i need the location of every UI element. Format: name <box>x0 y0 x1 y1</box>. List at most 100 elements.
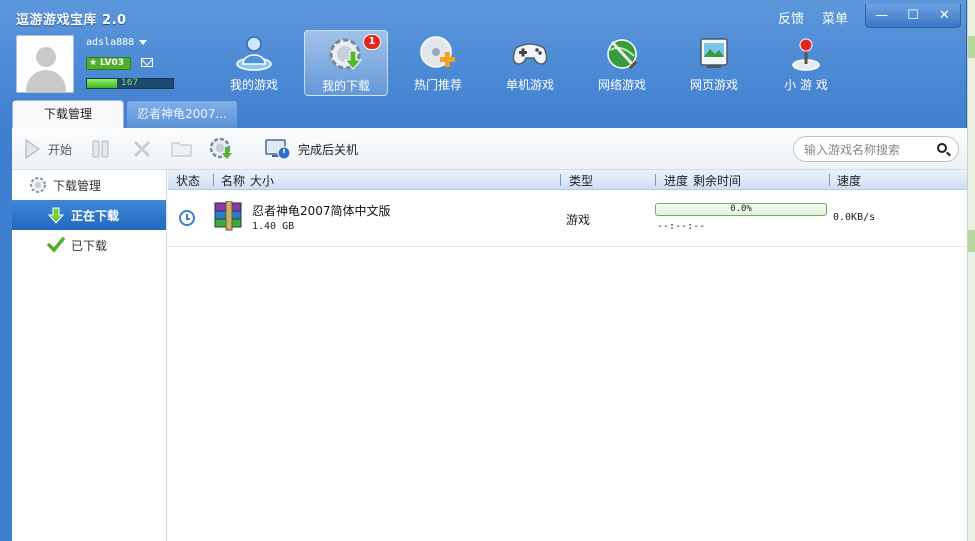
exp-value: 167 <box>121 78 139 88</box>
sidebar: 下载管理 正在下载 已下载 <box>12 170 167 541</box>
progress-text: 0.0% <box>730 204 752 214</box>
game-size: 1.40 GB <box>252 221 295 232</box>
avatar[interactable] <box>16 35 74 93</box>
chevron-down-icon <box>139 39 148 45</box>
download-table: 状态 名称 大小 类型 进度 剩余时间 速度 忍者神龟2007简体中文版 1.4… <box>168 170 967 541</box>
game-type: 游戏 <box>566 213 591 227</box>
username-dropdown[interactable]: adsla888 <box>86 37 148 48</box>
delete-icon <box>133 140 151 158</box>
search-input[interactable] <box>804 141 932 158</box>
tab-download-manager[interactable]: 下载管理 <box>12 100 124 128</box>
nav-label: 热门推荐 <box>413 78 462 92</box>
exp-bar-fill <box>87 79 118 88</box>
joystick-icon <box>792 38 820 71</box>
content-area: 开始 完成后关机 输入游戏名称搜索 下载管理 正在下载 已下载 状态 名称 大小… <box>12 128 967 541</box>
header-size[interactable]: 大小 <box>250 172 274 189</box>
app-title: 逗游游戏宝库 2.0 <box>16 13 127 28</box>
start-button[interactable]: 开始 <box>22 137 72 161</box>
download-progress-bar: 0.0% <box>655 203 827 216</box>
gamepad-icon <box>512 43 548 65</box>
table-row[interactable]: 忍者神龟2007简体中文版 1.40 GB 游戏 0.0% --:--:-- 0… <box>168 190 967 247</box>
close-button[interactable]: ✕ <box>933 7 955 25</box>
header-remaining[interactable]: 剩余时间 <box>693 172 741 189</box>
cd-plus-icon <box>420 36 455 68</box>
gear-download-icon <box>209 137 232 159</box>
search-icon[interactable] <box>937 143 947 153</box>
nav-label: 网络游戏 <box>597 78 646 92</box>
nav-mini-games[interactable]: 小 游 戏 <box>764 30 848 96</box>
minimize-button[interactable]: — <box>871 7 893 25</box>
nav-my-games[interactable]: 我的游戏 <box>212 30 296 96</box>
exp-bar: 167 <box>86 78 174 89</box>
winrar-archive-icon <box>214 201 242 231</box>
sidebar-item-downloaded[interactable]: 已下载 <box>12 230 166 260</box>
web-monitor-icon <box>700 38 728 68</box>
download-arrow-icon <box>47 207 65 224</box>
desktop-edge-highlight <box>968 230 975 252</box>
column-separator[interactable] <box>560 174 561 186</box>
nav-hot-recommend[interactable]: 热门推荐 <box>396 30 480 96</box>
column-separator[interactable] <box>829 174 830 186</box>
sidebar-header-label: 下载管理 <box>53 178 102 193</box>
header-progress[interactable]: 进度 <box>664 172 688 189</box>
settings-button[interactable] <box>208 137 236 161</box>
app-window: 逗游游戏宝库 2.0 反馈 菜单 — ☐ ✕ adsla888 ★ LV03 16… <box>0 0 967 541</box>
nav-label: 小 游 戏 <box>784 78 828 92</box>
remaining-time: --:--:-- <box>657 221 706 232</box>
header-type[interactable]: 类型 <box>569 172 593 189</box>
header-name[interactable]: 名称 <box>221 172 245 189</box>
avatar-body <box>26 70 66 92</box>
avatar-head <box>36 47 56 67</box>
play-icon <box>25 138 41 160</box>
nav-label: 单机游戏 <box>505 78 554 92</box>
feedback-link[interactable]: 反馈 <box>778 8 804 27</box>
sidebar-item-downloading[interactable]: 正在下载 <box>12 200 166 230</box>
table-header: 状态 名称 大小 类型 进度 剩余时间 速度 <box>168 170 967 190</box>
pause-icon <box>92 140 109 158</box>
game-name: 忍者神龟2007简体中文版 <box>252 204 391 218</box>
gear-download-icon <box>329 38 363 70</box>
folder-icon <box>171 142 192 157</box>
checkmark-icon <box>47 237 65 253</box>
game-search-box <box>793 136 959 162</box>
start-label: 开始 <box>48 142 73 157</box>
username-text: adsla888 <box>86 37 135 48</box>
open-folder-button[interactable] <box>170 137 194 161</box>
window-controls: — ☐ ✕ <box>865 4 961 28</box>
sidebar-header-download-manager[interactable]: 下载管理 <box>12 170 166 200</box>
shutdown-after-complete-button[interactable]: 完成后关机 <box>264 137 358 161</box>
tab-tmnt-2007[interactable]: 忍者神龟2007... <box>126 100 238 128</box>
nav-online-games[interactable]: 网络游戏 <box>580 30 664 96</box>
nav-single-player[interactable]: 单机游戏 <box>488 30 572 96</box>
nav-label: 我的下载 <box>321 79 370 93</box>
nav-my-downloads[interactable]: 1 我的下载 <box>304 30 388 96</box>
header-status[interactable]: 状态 <box>176 172 200 189</box>
download-speed: 0.0KB/s <box>833 212 876 223</box>
star-icon: ★ <box>89 58 98 68</box>
header-speed[interactable]: 速度 <box>837 172 861 189</box>
desktop-edge <box>967 0 975 541</box>
globe-sword-icon <box>607 39 638 70</box>
gear-icon <box>30 177 46 193</box>
clock-icon <box>179 210 195 226</box>
level-badge: ★ LV03 <box>86 57 131 70</box>
shutdown-label: 完成后关机 <box>298 142 359 157</box>
toolbar: 开始 完成后关机 输入游戏名称搜索 <box>12 128 967 170</box>
sidebar-item-label: 已下载 <box>71 238 108 253</box>
level-text: LV03 <box>100 58 124 68</box>
monitor-power-icon <box>265 139 291 160</box>
download-count-badge: 1 <box>363 34 381 50</box>
nav-label: 网页游戏 <box>689 78 738 92</box>
mail-icon[interactable] <box>141 58 153 67</box>
column-separator[interactable] <box>655 174 656 186</box>
delete-button[interactable] <box>132 137 152 161</box>
nav-web-games[interactable]: 网页游戏 <box>672 30 756 96</box>
column-separator[interactable] <box>213 174 214 186</box>
menu-link[interactable]: 菜单 <box>822 8 848 27</box>
pause-button[interactable] <box>91 137 111 161</box>
sidebar-item-label: 正在下载 <box>71 208 120 223</box>
nav-label: 我的游戏 <box>229 78 278 92</box>
maximize-button[interactable]: ☐ <box>902 7 924 25</box>
desktop-edge-highlight <box>968 36 975 58</box>
person-globe-icon <box>236 36 272 71</box>
